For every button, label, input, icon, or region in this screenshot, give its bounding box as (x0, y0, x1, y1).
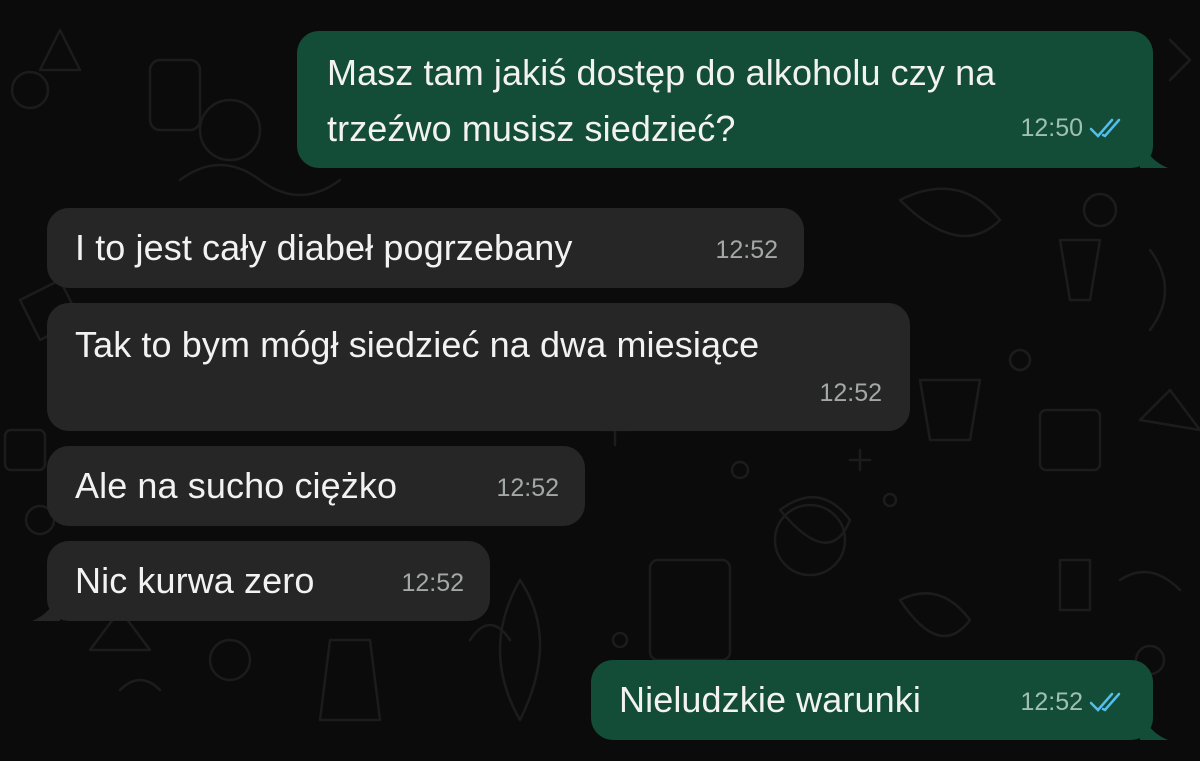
chat-conversation: Masz tam jakiś dostęp do alkoholu czy na… (0, 0, 1200, 761)
bubble-tail-incoming (32, 591, 60, 621)
double-check-icon (1089, 117, 1127, 139)
message-time: 12:50 (1020, 114, 1083, 142)
message-time: 12:52 (819, 379, 882, 407)
message-bubble-outgoing[interactable]: Masz tam jakiś dostęp do alkoholu czy na… (297, 31, 1153, 168)
bubble-tail-outgoing (1140, 710, 1168, 740)
message-meta: 12:50 (1020, 102, 1127, 154)
message-bubble-incoming[interactable]: Tak to bym mógł siedzieć na dwa miesiące… (47, 303, 910, 431)
message-time: 12:52 (715, 236, 778, 264)
message-meta: 12:52 (715, 224, 778, 276)
message-text-line: Nic kurwa zero (75, 560, 315, 601)
message-meta: 12:52 (1020, 676, 1127, 728)
message-bubble-incoming[interactable]: Ale na sucho ciężko 12:52 (47, 446, 585, 526)
message-bubble-incoming[interactable]: I to jest cały diabeł pogrzebany 12:52 (47, 208, 804, 288)
message-text-line: Ale na sucho ciężko (75, 465, 398, 506)
message-bubble-incoming[interactable]: Nic kurwa zero 12:52 (47, 541, 490, 621)
bubble-tail-outgoing (1140, 138, 1168, 168)
message-text-line: Masz tam jakiś dostęp do alkoholu czy na (327, 52, 996, 93)
message-meta: 12:52 (401, 557, 464, 609)
message-text-line: Tak to bym mógł siedzieć na dwa miesiące (75, 324, 760, 365)
message-time: 12:52 (1020, 688, 1083, 716)
message-text-line: Nieludzkie warunki (619, 679, 921, 720)
message-time: 12:52 (496, 474, 559, 502)
message-text-line: I to jest cały diabeł pogrzebany (75, 227, 573, 268)
message-time: 12:52 (401, 569, 464, 597)
message-bubble-outgoing[interactable]: Nieludzkie warunki 12:52 (591, 660, 1153, 740)
double-check-icon (1089, 691, 1127, 713)
message-text-line: trzeźwo musisz siedzieć? (327, 108, 736, 149)
message-meta: 12:52 (819, 367, 882, 419)
message-meta: 12:52 (496, 462, 559, 514)
